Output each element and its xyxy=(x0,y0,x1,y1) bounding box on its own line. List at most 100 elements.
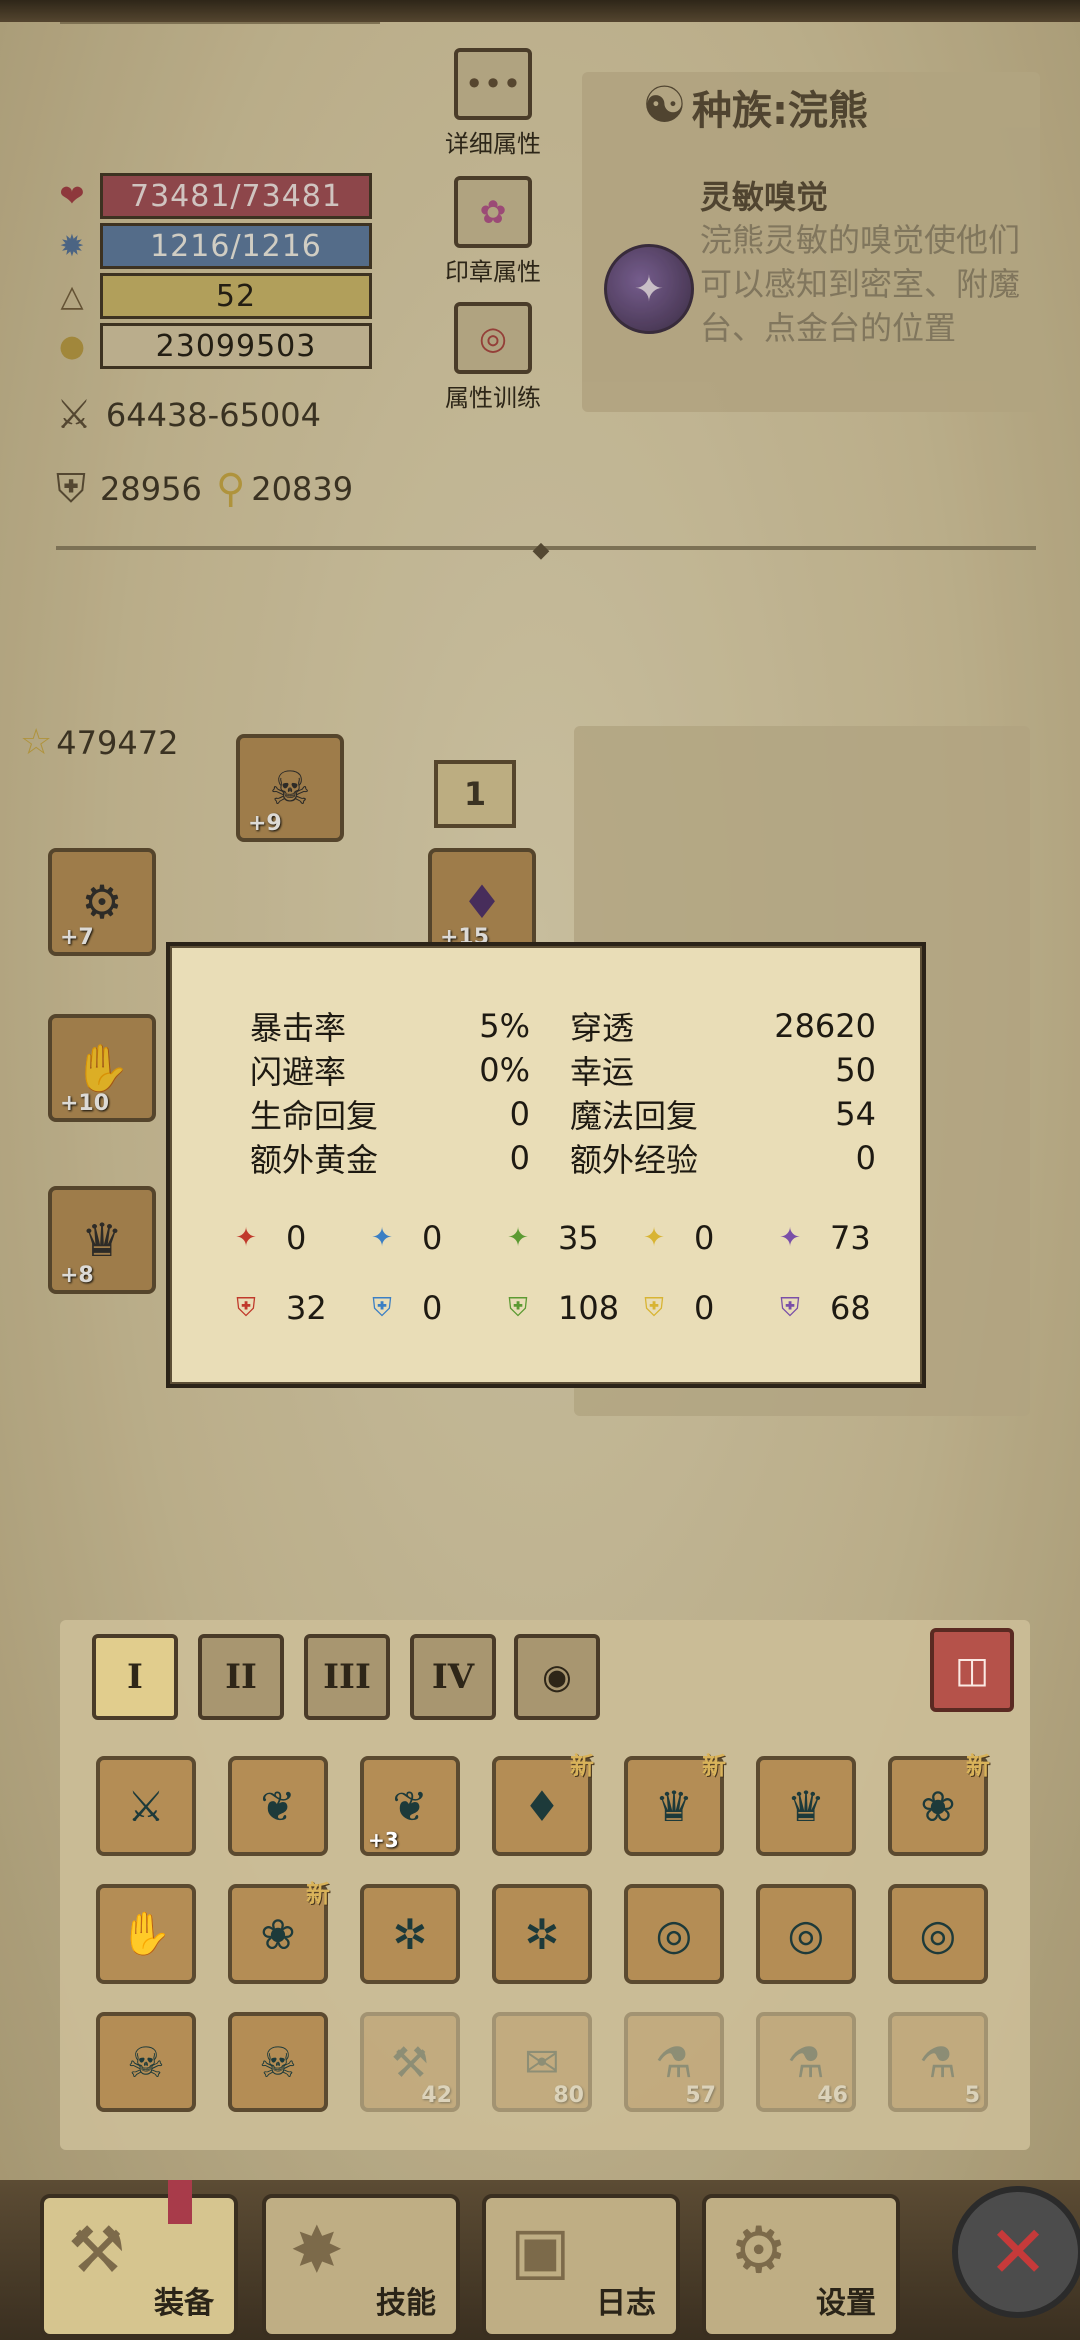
level-icon: △ xyxy=(60,278,84,314)
equip-slot-helmet[interactable]: ☠ +9 xyxy=(236,734,344,842)
enhance-level: +3 xyxy=(368,1828,399,1852)
water-icon: ✦ xyxy=(371,1223,393,1253)
inventory-tab-4[interactable]: IV xyxy=(410,1634,496,1720)
boots-icon: ♛ xyxy=(655,1781,693,1831)
inventory-tab-locked[interactable]: ◉ xyxy=(514,1634,600,1720)
inventory-slot[interactable]: ✲ xyxy=(360,1884,460,1984)
nav-equipment[interactable]: ⚒ 装备 xyxy=(40,2194,238,2338)
inventory-slot[interactable]: ❀ 新 xyxy=(888,1752,990,1856)
tooltip-row: 暴击率 5% 穿透 28620 xyxy=(250,1004,880,1048)
tooltip-row: 生命回复 0 魔法回复 54 xyxy=(250,1092,880,1136)
attribute-training-button[interactable]: ◎ 属性训练 xyxy=(408,302,578,413)
trash-button[interactable]: ◫ xyxy=(930,1628,1014,1712)
nav-settings[interactable]: ⚙ 设置 xyxy=(702,2194,900,2338)
gold-row: ● 23099503 xyxy=(52,323,372,369)
equip-slot-shield[interactable]: ⚙ +7 xyxy=(48,848,156,956)
inventory-slot[interactable]: ☠ xyxy=(228,2012,328,2112)
seal-attributes-button[interactable]: ✿ 印章属性 xyxy=(408,176,578,287)
water-attack-value: 0 xyxy=(422,1219,443,1257)
attack-value: 64438-65004 xyxy=(105,396,321,434)
skill-icon: ✸ xyxy=(290,2214,344,2288)
level-indicator[interactable]: 1 xyxy=(434,760,516,828)
mp-bar: 1216/1216 xyxy=(100,223,372,269)
leaf-icon: ✦ xyxy=(507,1223,529,1253)
skill-name: 灵敏嗅觉 xyxy=(700,178,829,216)
detail-attributes-button[interactable]: ••• 详细属性 xyxy=(408,48,578,159)
inventory-slot[interactable]: ✋ xyxy=(96,1884,196,1984)
inventory-slot[interactable]: ♛ xyxy=(756,1756,856,1856)
inventory-slot[interactable]: ✉ 80 xyxy=(492,2012,592,2112)
nav-log[interactable]: ▣ 日志 xyxy=(482,2194,680,2338)
tooltip-key: 暴击率 xyxy=(250,1009,347,1047)
book-icon: ▣ xyxy=(510,2214,571,2288)
shield-icon: ⚙ xyxy=(81,875,123,929)
equip-slot-armor[interactable]: ♦ +15 xyxy=(428,848,536,956)
inventory-slot[interactable]: ◎ xyxy=(756,1884,856,1984)
divider-ornament: ◆ xyxy=(532,538,550,563)
tooltip-key: 额外经验 xyxy=(570,1141,699,1179)
item-count: 5 xyxy=(964,2083,980,2108)
dark-shield-icon: ⛨ xyxy=(780,1292,800,1323)
inventory-tab-2[interactable]: II xyxy=(198,1634,284,1720)
inventory-slot[interactable]: ⚔ xyxy=(96,1756,196,1856)
inventory-slot[interactable]: ◎ xyxy=(624,1884,724,1984)
shield-enhance: +7 xyxy=(60,925,94,950)
dots-icon: ••• xyxy=(454,48,532,120)
race-title: 种族:浣熊 xyxy=(692,88,868,134)
inventory-slot[interactable]: ❀ 新 xyxy=(228,1880,330,1984)
item-count: 57 xyxy=(685,2083,716,2108)
inventory-slot[interactable]: ♦ 新 xyxy=(492,1752,594,1856)
equip-slot-gauntlet[interactable]: ✋ +10 xyxy=(48,1014,156,1122)
trash-icon: ◫ xyxy=(954,1649,989,1691)
tooltip-stats: 暴击率 5% 穿透 28620 闪避率 0% 幸运 50 生命回复 0 魔法回复… xyxy=(250,1004,880,1180)
light-defense-value: 0 xyxy=(694,1289,715,1327)
mp-row: ✹ 1216/1216 xyxy=(52,223,372,269)
flower-icon: ✿ xyxy=(454,176,532,248)
claw-icon: ❀ xyxy=(920,1781,956,1831)
potion-icon: ⚗ xyxy=(787,2037,825,2087)
inventory-slot[interactable]: ⚗ 5 xyxy=(888,2012,988,2112)
skill-description: 浣熊灵敏的嗅觉使他们可以感知到密室、附魔台、点金台的位置 xyxy=(700,221,1021,347)
nav-log-label: 日志 xyxy=(596,2286,656,2321)
score-value: 479472 xyxy=(56,723,179,762)
level-row: △ 52 xyxy=(52,273,372,319)
tooltip-key: 幸运 xyxy=(570,1053,635,1091)
close-icon: ✕ xyxy=(987,2210,1049,2294)
tooltip-value: 28620 xyxy=(774,1007,876,1045)
raccoon-icon: ☯ xyxy=(642,76,687,134)
inventory-slot[interactable]: ☠ xyxy=(96,2012,196,2112)
nature-defense: ⛨ 108 xyxy=(498,1288,634,1328)
elemental-defense-row: ⛨ 32 ⛨ 0 ⛨ 108 ⛨ 0 ⛨ 68 xyxy=(226,1288,906,1328)
inventory-tab-3[interactable]: III xyxy=(304,1634,390,1720)
nav-skills-label: 技能 xyxy=(376,2286,436,2321)
tooltip-value: 0 xyxy=(855,1139,876,1177)
inventory-tab-1[interactable]: I xyxy=(92,1634,178,1720)
fire-attack-value: 0 xyxy=(286,1219,307,1257)
tooltip-row: 额外黄金 0 额外经验 0 xyxy=(250,1136,880,1180)
demon-icon: ☠ xyxy=(127,2037,165,2087)
tooltip-value: 0% xyxy=(479,1051,530,1089)
inventory-slot[interactable]: ⚗ 57 xyxy=(624,2012,724,2112)
light-attack: ✦ 0 xyxy=(634,1218,770,1258)
inventory-slot[interactable]: ⚒ 42 xyxy=(360,2012,460,2112)
axe-icon: ⚒ xyxy=(68,2214,126,2288)
inventory-slot[interactable]: ◎ xyxy=(888,1884,988,1984)
crossed-swords-icon: ⚔ xyxy=(56,392,92,438)
nav-skills[interactable]: ✸ 技能 xyxy=(262,2194,460,2338)
attribute-tooltip: 暴击率 5% 穿透 28620 闪避率 0% 幸运 50 生命回复 0 魔法回复… xyxy=(166,942,926,1388)
lock-icon: ◉ xyxy=(542,1657,572,1697)
smell-skill-icon[interactable]: ✦ xyxy=(604,244,694,334)
inventory-slot[interactable]: ⚗ 46 xyxy=(756,2012,856,2112)
inventory-slot[interactable]: ❦ +3 xyxy=(360,1756,460,1856)
gauntlet-icon: ✋ xyxy=(73,1040,131,1095)
inventory-slot[interactable]: ♛ 新 xyxy=(624,1752,726,1856)
equip-slot-boots[interactable]: ♛ +8 xyxy=(48,1186,156,1294)
close-button[interactable]: ✕ xyxy=(952,2186,1080,2318)
inventory-slot[interactable]: ✲ xyxy=(492,1884,592,1984)
fire-defense-value: 32 xyxy=(286,1289,327,1327)
tooltip-value: 0 xyxy=(509,1139,530,1177)
dark-defense: ⛨ 68 xyxy=(770,1288,906,1328)
inventory-slot[interactable]: ❦ xyxy=(228,1756,328,1856)
new-badge: 新 xyxy=(966,1752,990,1780)
active-ribbon xyxy=(168,2180,192,2224)
